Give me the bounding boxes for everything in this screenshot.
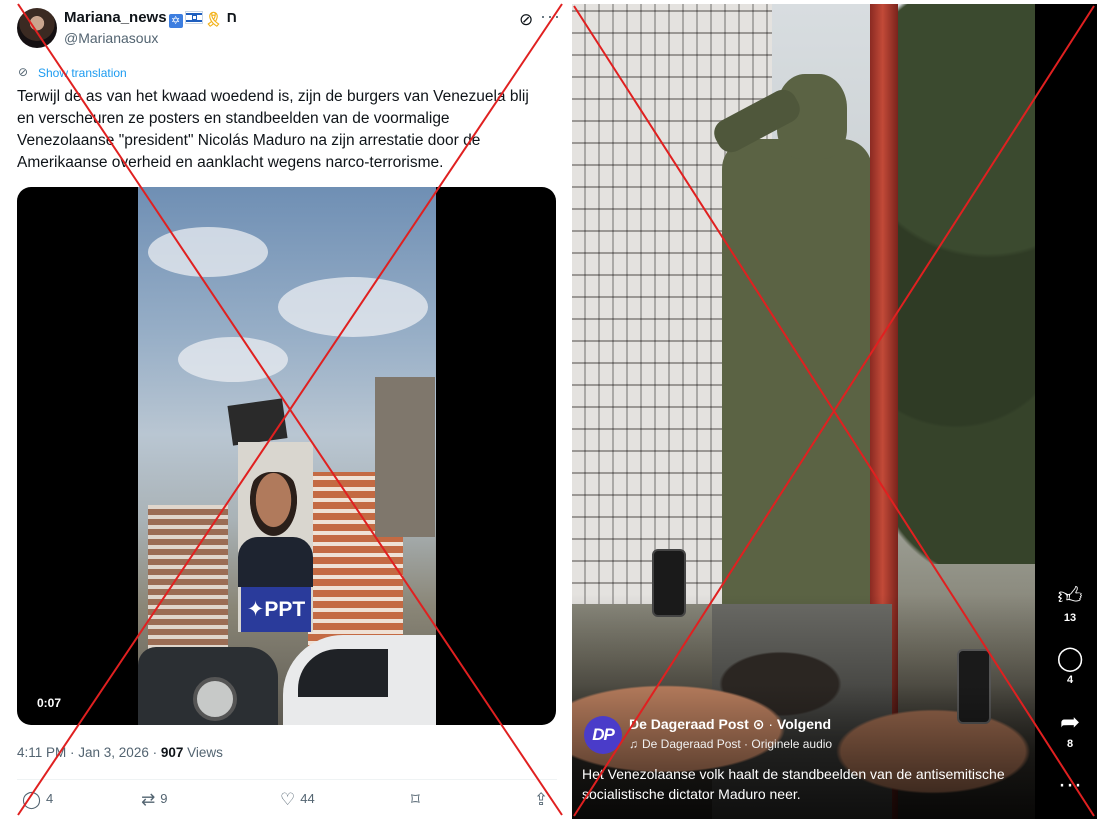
share-count: 8 xyxy=(1066,738,1074,750)
avatar[interactable] xyxy=(17,8,57,48)
more-button[interactable]: ··· xyxy=(1050,772,1090,798)
poster-suit xyxy=(238,537,313,587)
retweet-icon: ⇄ xyxy=(141,790,156,809)
views-label: Views xyxy=(183,745,223,760)
share-icon: ⇪ xyxy=(534,790,549,809)
tweet-text: Terwijl de as van het kwaad woedend is, … xyxy=(17,88,529,171)
yellow-ribbon-icon: 🎗 xyxy=(204,11,223,27)
heart-icon: ♡ xyxy=(280,790,296,809)
display-name-suffix: ח xyxy=(226,9,238,26)
video-frame: ✦PPT xyxy=(138,187,436,725)
retweet-count: 9 xyxy=(160,791,168,806)
comment-button[interactable]: ◯ 4 xyxy=(1050,645,1090,687)
comment-icon: ◯ xyxy=(1056,645,1084,672)
building xyxy=(148,505,228,665)
reel-caption: Het Venezolaanse volk haalt de standbeel… xyxy=(582,766,1005,802)
video-player[interactable]: ✦PPT 0:07 xyxy=(17,187,556,725)
globe-icon: ⊙ xyxy=(752,716,765,732)
israel-flag-icon xyxy=(184,11,203,24)
views-count: 907 xyxy=(160,745,184,760)
more-icon[interactable]: ··· xyxy=(540,6,561,27)
ppt-logo-text: PPT xyxy=(264,598,306,621)
display-name[interactable]: Mariana_news ✡ 🎗 ח xyxy=(64,9,237,28)
music-note-icon: ♫ xyxy=(629,737,638,751)
page-logo[interactable]: DP xyxy=(584,716,622,754)
like-count: 44 xyxy=(300,791,315,806)
timestamp[interactable]: 4:11 PM · Jan 3, 2026 · xyxy=(17,745,161,760)
share-button[interactable]: ⇪ xyxy=(534,790,553,810)
share-button[interactable]: ➦ 8 xyxy=(1050,709,1090,751)
spare-tire xyxy=(193,677,237,721)
reply-count: 4 xyxy=(46,791,54,806)
thumbs-up-icon: 👍︎ xyxy=(1057,583,1083,610)
statue xyxy=(722,139,872,609)
tweet-panel: Mariana_news ✡ 🎗 ח @Marianasoux ⊘ ··· ⊘ Sh… xyxy=(0,0,566,825)
like-count: 13 xyxy=(1063,612,1077,624)
page-name-line: De Dageraad Post ⊙ · Volgend xyxy=(629,716,831,733)
like-button[interactable]: ♡ 44 xyxy=(280,790,315,810)
follow-separator: · xyxy=(768,716,774,732)
audio-line[interactable]: ♫ De Dageraad Post · Originele audio xyxy=(629,737,832,751)
like-button[interactable]: 👍︎ 13 xyxy=(1050,583,1090,625)
page-name[interactable]: De Dageraad Post xyxy=(629,716,749,732)
user-handle[interactable]: @Marianasoux xyxy=(64,30,158,46)
follow-status[interactable]: Volgend xyxy=(777,716,831,732)
reply-icon: ◯ xyxy=(22,790,42,809)
poster-frame xyxy=(227,398,288,446)
grok-icon[interactable]: ⊘ xyxy=(519,10,533,30)
retweet-button[interactable]: ⇄ 9 xyxy=(141,790,167,810)
translate-icon: ⊘ xyxy=(18,65,29,79)
star-of-david-badge-icon: ✡ xyxy=(168,14,183,28)
bookmark-button[interactable]: ⌑ xyxy=(411,790,425,810)
poster-face xyxy=(246,472,301,542)
video-duration: 0:07 xyxy=(37,696,62,710)
display-name-text: Mariana_news xyxy=(64,9,167,26)
reel-video[interactable] xyxy=(572,4,1035,819)
tweet-meta: 4:11 PM · Jan 3, 2026 · 907 Views xyxy=(17,745,223,760)
bookmark-icon: ⌑ xyxy=(411,790,420,809)
show-translation-link[interactable]: Show translation xyxy=(38,66,127,80)
more-icon: ··· xyxy=(1058,771,1082,798)
phone xyxy=(652,549,686,617)
tree xyxy=(892,4,1035,564)
tower xyxy=(375,377,435,537)
divider xyxy=(17,779,557,780)
comment-count: 4 xyxy=(1066,674,1074,686)
ppt-logo: ✦PPT xyxy=(241,587,311,632)
reel-panel: DP De Dageraad Post ⊙ · Volgend ♫ De Dage… xyxy=(572,4,1097,819)
reply-button[interactable]: ◯ 4 xyxy=(22,790,53,810)
share-arrow-icon: ➦ xyxy=(1059,709,1081,736)
audio-label: De Dageraad Post · Originele audio xyxy=(642,737,833,751)
